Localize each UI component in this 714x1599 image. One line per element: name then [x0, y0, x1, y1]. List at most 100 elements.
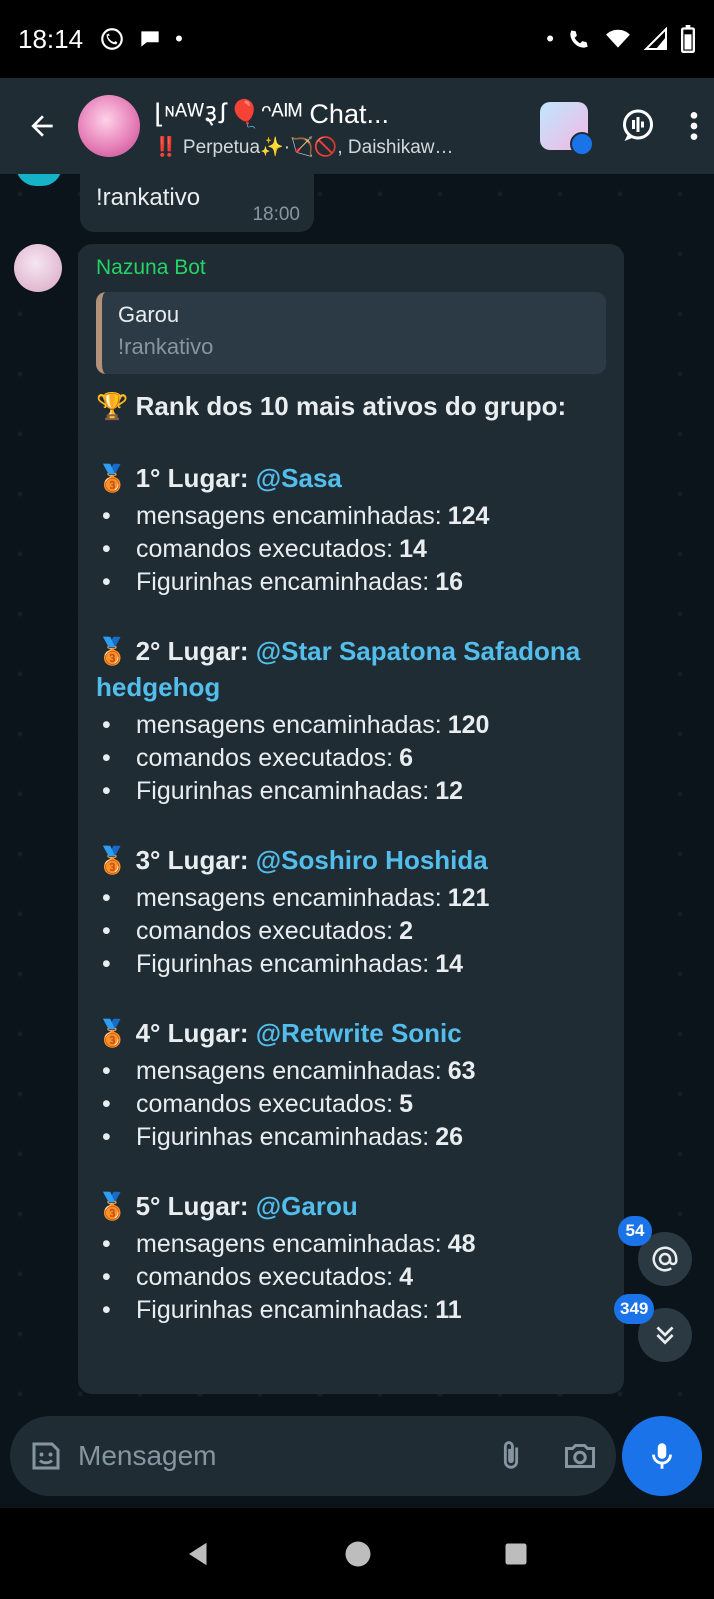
stat-label: mensagens encaminhadas:	[136, 1230, 442, 1258]
stat-value: 26	[435, 1123, 464, 1151]
rank-stats: mensagens encaminhadas:124 comandos exec…	[96, 500, 606, 599]
recents-square-icon[interactable]	[502, 1540, 530, 1568]
rank-user-mention[interactable]: @Sasa	[256, 463, 342, 493]
group-avatar[interactable]	[78, 95, 140, 157]
camera-icon[interactable]	[562, 1438, 598, 1474]
unread-badge: 349	[614, 1294, 655, 1324]
rank-stats: mensagens encaminhadas:48 comandos execu…	[96, 1228, 606, 1327]
rank-stats: mensagens encaminhadas:63 comandos execu…	[96, 1055, 606, 1154]
dot-icon: •	[175, 26, 183, 51]
rank-entry: 🥉 3° Lugar: @Soshiro Hoshida mensagens e…	[96, 842, 606, 981]
rank-title: 🏆 Rank dos 10 mais ativos do grupo:	[96, 391, 567, 421]
bot-message-bubble[interactable]: Nazuna Bot Garou !rankativo 🏆 Rank dos 1…	[78, 244, 624, 1394]
arrow-left-icon	[31, 115, 53, 137]
stat-value: 121	[447, 884, 490, 912]
rank-stats: mensagens encaminhadas:120 comandos exec…	[96, 709, 606, 808]
stat-label: comandos executados:	[136, 1090, 394, 1118]
chat-notification-icon	[141, 31, 159, 47]
chat-title-block[interactable]: ⌊ᶰᴬᵂ३ꭍ🎈ᵔᴬᴵᴹ Chat... ‼️ Perpetua✨·🏹🚫, Dai…	[154, 94, 454, 159]
stat-stickers: Figurinhas encaminhadas:11	[96, 1294, 606, 1327]
rank-place: 🥉 5° Lugar: @Garou	[96, 1188, 606, 1224]
rank-place-label: 🥉 3° Lugar:	[96, 845, 249, 875]
stat-stickers: Figurinhas encaminhadas:26	[96, 1121, 606, 1154]
chat-title: ⌊ᶰᴬᵂ३ꭍ🎈ᵔᴬᴵᴹ Chat...	[154, 98, 389, 129]
rank-stats: mensagens encaminhadas:121 comandos exec…	[96, 882, 606, 981]
stat-value: 11	[435, 1296, 462, 1324]
rank-entry: 🥉 5° Lugar: @Garou mensagens encaminhada…	[96, 1188, 606, 1327]
rank-user-mention[interactable]: @Garou	[256, 1191, 358, 1221]
stat-label: mensagens encaminhadas:	[136, 1057, 442, 1085]
stat-label: Figurinhas encaminhadas:	[136, 1123, 430, 1151]
rank-user-mention[interactable]: @Soshiro Hoshida	[256, 845, 488, 875]
stat-value: 14	[399, 535, 427, 563]
rank-place-label: 🥉 5° Lugar:	[96, 1191, 249, 1221]
rank-place: 🥉 2° Lugar: @Star Sapatona Safadona hedg…	[96, 633, 606, 705]
rank-user-mention[interactable]: @Retwrite Sonic	[256, 1018, 462, 1048]
quoted-sender: Garou	[118, 302, 180, 327]
stat-stickers: Figurinhas encaminhadas:12	[96, 775, 606, 808]
stat-value: 48	[447, 1230, 476, 1258]
stat-label: mensagens encaminhadas:	[136, 711, 442, 739]
rank-place: 🥉 4° Lugar: @Retwrite Sonic	[96, 1015, 606, 1051]
stat-value: 6	[399, 744, 414, 772]
signal-icon	[644, 27, 667, 50]
call-icon	[570, 30, 588, 48]
sticker-icon[interactable]	[28, 1438, 64, 1474]
sender-name[interactable]: Nazuna Bot	[96, 256, 606, 280]
stat-commands: comandos executados:6	[96, 742, 606, 775]
rank-place-label: 🥉 4° Lugar:	[96, 1018, 249, 1048]
check-badge-icon	[570, 132, 594, 156]
back-button[interactable]	[14, 98, 70, 154]
stat-label: comandos executados:	[136, 917, 394, 945]
rank-entry: 🥉 2° Lugar: @Star Sapatona Safadona hedg…	[96, 633, 606, 808]
rank-place-label: 🥉 1° Lugar:	[96, 463, 249, 493]
at-sign-icon	[652, 1246, 678, 1272]
chevron-double-down-icon	[656, 1326, 674, 1345]
stat-value: 63	[447, 1057, 476, 1085]
dot-icon: •	[546, 26, 554, 51]
status-time: 18:14	[18, 23, 84, 54]
stat-stickers: Figurinhas encaminhadas:14	[96, 948, 606, 981]
quoted-message[interactable]: Garou !rankativo	[96, 292, 606, 374]
stat-commands: comandos executados:14	[96, 533, 606, 566]
rank-place: 🥉 1° Lugar: @Sasa	[96, 460, 606, 496]
stat-label: Figurinhas encaminhadas:	[136, 777, 430, 805]
rank-entry: 🥉 1° Lugar: @Sasa mensagens encaminhadas…	[96, 460, 606, 599]
stat-label: Figurinhas encaminhadas:	[136, 568, 430, 596]
stat-value: 12	[435, 777, 464, 805]
stat-messages: mensagens encaminhadas:120	[96, 709, 606, 742]
stat-label: mensagens encaminhadas:	[136, 502, 442, 530]
attach-icon[interactable]	[494, 1439, 528, 1473]
stat-stickers: Figurinhas encaminhadas:16	[96, 566, 606, 599]
stat-label: Figurinhas encaminhadas:	[136, 950, 430, 978]
stat-value: 2	[399, 917, 414, 945]
stat-value: 120	[447, 711, 490, 739]
rank-entry: 🥉 4° Lugar: @Retwrite Sonic mensagens en…	[96, 1015, 606, 1154]
mic-button[interactable]	[622, 1416, 702, 1496]
rank-list: 🥉 1° Lugar: @Sasa mensagens encaminhadas…	[96, 460, 606, 1327]
stat-messages: mensagens encaminhadas:48	[96, 1228, 606, 1261]
home-circle-icon[interactable]	[343, 1539, 373, 1569]
whatsapp-notification-icon	[101, 28, 123, 50]
stat-label: comandos executados:	[136, 1263, 394, 1291]
chat-header: ⌊ᶰᴬᵂ३ꭍ🎈ᵔᴬᴵᴹ Chat... ‼️ Perpetua✨·🏹🚫, Dai…	[0, 78, 714, 174]
mentions-badge: 54	[618, 1216, 652, 1246]
chat-area[interactable]: !rankativo 18:00 Nazuna Bot Garou !ranka…	[0, 174, 714, 1404]
battery-icon	[681, 25, 695, 53]
stat-value: 4	[399, 1263, 414, 1291]
more-options-icon[interactable]	[688, 110, 700, 142]
stat-label: comandos executados:	[136, 744, 394, 772]
bot-avatar[interactable]	[14, 244, 62, 292]
bot-avatar-button[interactable]	[540, 102, 594, 156]
voice-chat-icon[interactable]	[620, 108, 656, 144]
stat-messages: mensagens encaminhadas:63	[96, 1055, 606, 1088]
stat-messages: mensagens encaminhadas:121	[96, 882, 606, 915]
back-triangle-icon[interactable]	[184, 1539, 214, 1569]
rank-place-label: 🥉 2° Lugar:	[96, 636, 249, 666]
stat-label: comandos executados:	[136, 535, 394, 563]
wifi-icon	[606, 29, 630, 48]
message-input-pill	[10, 1416, 616, 1496]
message-bubble[interactable]: !rankativo 18:00	[80, 174, 314, 232]
status-bar: 18:14 • •	[0, 0, 714, 78]
message-input[interactable]	[78, 1440, 494, 1472]
